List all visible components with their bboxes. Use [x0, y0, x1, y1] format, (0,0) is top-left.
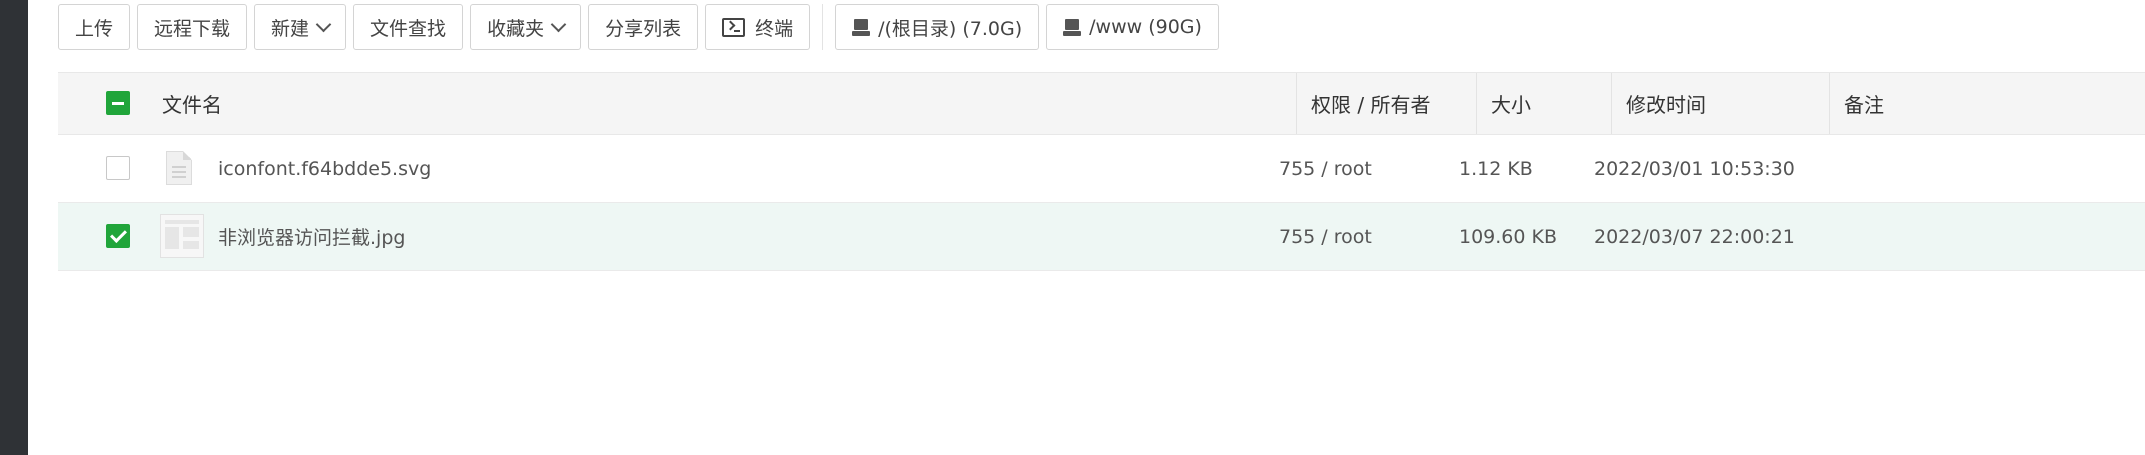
table-row[interactable]: 非浏览器访问拦截.jpg 755 / root 109.60 KB 2022/0… [58, 203, 2145, 271]
column-header-remark[interactable]: 备注 [1829, 73, 2145, 134]
file-size: 1.12 KB [1459, 135, 1533, 202]
file-modified-text: 2022/03/01 10:53:30 [1594, 157, 1795, 180]
favorites-dropdown-button[interactable]: 收藏夹 [470, 4, 582, 50]
disk-root-button[interactable]: /(根目录) (7.0G) [835, 4, 1040, 50]
file-manager: 上传 远程下载 新建 文件查找 收藏夹 分享列表 终端 /(根目录) (7.0G… [28, 0, 2145, 455]
file-name-text: iconfont.f64bdde5.svg [218, 157, 432, 180]
column-header-name-label: 文件名 [162, 93, 222, 117]
file-permission-text: 755 / root [1279, 157, 1372, 180]
column-header-modified-label: 修改时间 [1626, 93, 1706, 117]
chevron-down-icon [550, 16, 567, 32]
favorites-dropdown-label: 收藏夹 [487, 17, 545, 40]
file-permission-text: 755 / root [1279, 225, 1372, 248]
file-permission[interactable]: 755 / root [1279, 135, 1372, 202]
table-row[interactable]: iconfont.f64bdde5.svg 755 / root 1.12 KB… [58, 135, 2145, 203]
column-header-name[interactable]: 文件名 [148, 73, 1296, 134]
toolbar: 上传 远程下载 新建 文件查找 收藏夹 分享列表 终端 /(根目录) (7.0G… [58, 3, 1226, 51]
file-size-text: 109.60 KB [1459, 225, 1558, 248]
terminal-button-label: 终端 [755, 17, 794, 40]
file-permission[interactable]: 755 / root [1279, 203, 1372, 270]
column-header-size[interactable]: 大小 [1476, 73, 1611, 134]
file-icon [166, 151, 192, 185]
upload-button-label: 上传 [75, 17, 114, 40]
disk-www-label: /www (90G) [1089, 16, 1202, 38]
toolbar-divider [822, 4, 824, 50]
column-header-permission[interactable]: 权限 / 所有者 [1296, 73, 1476, 134]
column-header-remark-label: 备注 [1844, 93, 1884, 117]
disk-icon [1063, 18, 1082, 36]
file-size: 109.60 KB [1459, 203, 1557, 270]
file-modified: 2022/03/01 10:53:30 [1594, 135, 1795, 202]
file-search-button-label: 文件查找 [370, 17, 447, 40]
file-modified-text: 2022/03/07 22:00:21 [1594, 225, 1795, 248]
column-header-size-label: 大小 [1491, 93, 1531, 117]
row-checkbox[interactable] [106, 156, 130, 180]
upload-button[interactable]: 上传 [58, 4, 131, 50]
disk-www-button[interactable]: /www (90G) [1046, 4, 1219, 50]
select-all-checkbox[interactable] [106, 91, 130, 115]
file-name[interactable]: iconfont.f64bdde5.svg [218, 135, 431, 202]
left-sidebar-edge [0, 0, 28, 455]
image-thumbnail-icon [160, 214, 204, 258]
file-table: 文件名 权限 / 所有者 大小 修改时间 备注 iconfont.f64bdde… [58, 72, 2145, 271]
file-name[interactable]: 非浏览器访问拦截.jpg [218, 203, 405, 270]
new-dropdown-label: 新建 [271, 17, 310, 40]
share-list-button-label: 分享列表 [605, 17, 682, 40]
disk-root-label: /(根目录) (7.0G) [878, 17, 1023, 40]
file-modified: 2022/03/07 22:00:21 [1594, 203, 1795, 270]
file-size-text: 1.12 KB [1459, 157, 1533, 180]
file-name-text: 非浏览器访问拦截.jpg [218, 227, 406, 249]
row-checkbox[interactable] [106, 224, 130, 248]
new-dropdown-button[interactable]: 新建 [254, 4, 347, 50]
column-header-modified[interactable]: 修改时间 [1611, 73, 1829, 134]
remote-download-button[interactable]: 远程下载 [137, 4, 248, 50]
file-search-button[interactable]: 文件查找 [353, 4, 464, 50]
terminal-button[interactable]: 终端 [705, 4, 811, 50]
share-list-button[interactable]: 分享列表 [588, 4, 699, 50]
remote-download-button-label: 远程下载 [154, 17, 231, 40]
terminal-icon [722, 17, 746, 37]
disk-icon [852, 18, 871, 36]
table-header: 文件名 权限 / 所有者 大小 修改时间 备注 [58, 72, 2145, 135]
chevron-down-icon [315, 16, 332, 32]
column-header-permission-label: 权限 / 所有者 [1311, 93, 1431, 117]
